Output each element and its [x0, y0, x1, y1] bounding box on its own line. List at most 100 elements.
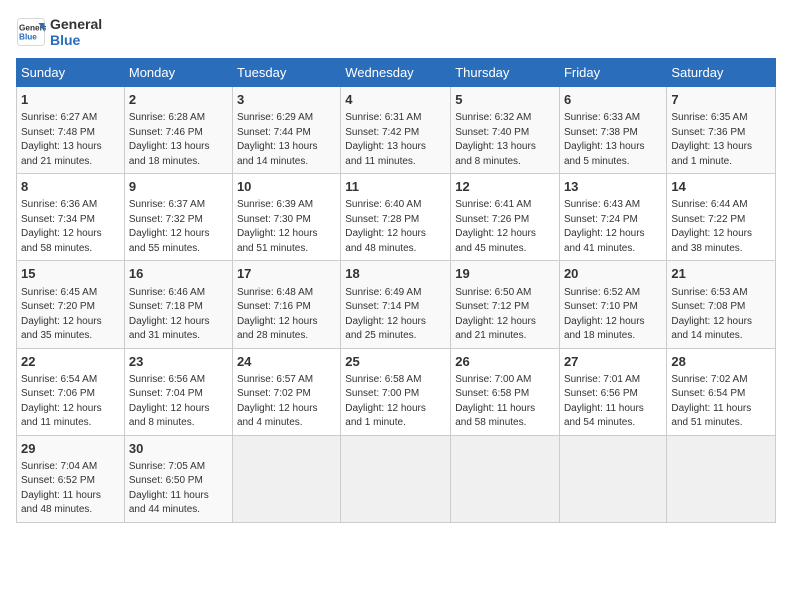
column-header-tuesday: Tuesday — [232, 59, 340, 87]
day-number: 4 — [345, 91, 446, 109]
day-number: 15 — [21, 265, 120, 283]
day-cell: 26Sunrise: 7:00 AM Sunset: 6:58 PM Dayli… — [451, 348, 560, 435]
day-info: Sunrise: 6:35 AM Sunset: 7:36 PM Dayligh… — [671, 111, 771, 169]
day-number: 10 — [237, 178, 336, 196]
day-cell: 15Sunrise: 6:45 AM Sunset: 7:20 PM Dayli… — [17, 261, 125, 348]
day-cell: 24 Sunrise: 6:57 AM Sunset: 7:02 PM Dayli… — [232, 348, 340, 435]
day-info: Sunrise: 6:48 AM Sunset: 7:16 PM Dayligh… — [237, 286, 336, 344]
day-info: Sunrise: 6:56 AM Sunset: 7:04 PM Dayligh… — [129, 373, 228, 431]
day-number: 9 — [129, 178, 228, 196]
column-header-friday: Friday — [559, 59, 666, 87]
header: General Blue General Blue — [16, 16, 776, 48]
day-cell — [559, 435, 666, 522]
day-cell: 13 Sunrise: 6:43 AM Sunset: 7:24 PM Dayli… — [559, 174, 666, 261]
day-number: 22 — [21, 353, 120, 371]
page: General Blue General Blue SundayMondayTu… — [0, 0, 792, 612]
day-info: Sunrise: 6:33 AM Sunset: 7:38 PM Dayligh… — [564, 111, 662, 169]
week-row-3: 15Sunrise: 6:45 AM Sunset: 7:20 PM Dayli… — [17, 261, 776, 348]
day-number: 26 — [455, 353, 555, 371]
day-info: Sunrise: 6:44 AM Sunset: 7:22 PM Dayligh… — [671, 198, 771, 256]
day-cell: 12 Sunrise: 6:41 AM Sunset: 7:26 PM Dayli… — [451, 174, 560, 261]
day-info: Sunrise: 6:37 AM Sunset: 7:32 PM Dayligh… — [129, 198, 228, 256]
day-info: Sunrise: 6:58 AM Sunset: 7:00 PM Dayligh… — [345, 373, 446, 431]
day-cell: 7 Sunrise: 6:35 AM Sunset: 7:36 PM Daylig… — [667, 87, 776, 174]
day-number: 29 — [21, 440, 120, 458]
column-header-saturday: Saturday — [667, 59, 776, 87]
day-number: 18 — [345, 265, 446, 283]
day-number: 6 — [564, 91, 662, 109]
day-number: 24 — [237, 353, 336, 371]
day-cell: 30 Sunrise: 7:05 AM Sunset: 6:50 PM Dayli… — [124, 435, 232, 522]
day-cell: 23 Sunrise: 6:56 AM Sunset: 7:04 PM Dayli… — [124, 348, 232, 435]
column-header-thursday: Thursday — [451, 59, 560, 87]
day-cell: 9 Sunrise: 6:37 AM Sunset: 7:32 PM Daylig… — [124, 174, 232, 261]
day-info: Sunrise: 7:02 AM Sunset: 6:54 PM Dayligh… — [671, 373, 771, 431]
day-cell: 19 Sunrise: 6:50 AM Sunset: 7:12 PM Dayli… — [451, 261, 560, 348]
day-info: Sunrise: 7:01 AM Sunset: 6:56 PM Dayligh… — [564, 373, 662, 431]
day-number: 16 — [129, 265, 228, 283]
logo-icon: General Blue — [16, 17, 46, 47]
day-info: Sunrise: 6:41 AM Sunset: 7:26 PM Dayligh… — [455, 198, 555, 256]
day-number: 19 — [455, 265, 555, 283]
column-header-sunday: Sunday — [17, 59, 125, 87]
day-info: Sunrise: 6:50 AM Sunset: 7:12 PM Dayligh… — [455, 286, 555, 344]
day-info: Sunrise: 6:53 AM Sunset: 7:08 PM Dayligh… — [671, 286, 771, 344]
day-cell: 29 Sunrise: 7:04 AM Sunset: 6:52 PM Dayli… — [17, 435, 125, 522]
day-cell: 2 Sunrise: 6:28 AM Sunset: 7:46 PM Daylig… — [124, 87, 232, 174]
day-cell — [341, 435, 451, 522]
day-number: 7 — [671, 91, 771, 109]
day-number: 2 — [129, 91, 228, 109]
day-info: Sunrise: 6:29 AM Sunset: 7:44 PM Dayligh… — [237, 111, 336, 169]
day-cell: 27 Sunrise: 7:01 AM Sunset: 6:56 PM Dayli… — [559, 348, 666, 435]
week-row-4: 22 Sunrise: 6:54 AM Sunset: 7:06 PM Dayli… — [17, 348, 776, 435]
day-info: Sunrise: 6:57 AM Sunset: 7:02 PM Dayligh… — [237, 373, 336, 431]
day-cell: 11Sunrise: 6:40 AM Sunset: 7:28 PM Dayli… — [341, 174, 451, 261]
day-number: 23 — [129, 353, 228, 371]
week-row-2: 8Sunrise: 6:36 AM Sunset: 7:34 PM Daylig… — [17, 174, 776, 261]
day-number: 20 — [564, 265, 662, 283]
column-header-wednesday: Wednesday — [341, 59, 451, 87]
day-cell: 21Sunrise: 6:53 AM Sunset: 7:08 PM Dayli… — [667, 261, 776, 348]
day-number: 25 — [345, 353, 446, 371]
column-header-monday: Monday — [124, 59, 232, 87]
day-number: 14 — [671, 178, 771, 196]
day-cell: 20Sunrise: 6:52 AM Sunset: 7:10 PM Dayli… — [559, 261, 666, 348]
day-cell: 17Sunrise: 6:48 AM Sunset: 7:16 PM Dayli… — [232, 261, 340, 348]
day-number: 12 — [455, 178, 555, 196]
day-cell: 16Sunrise: 6:46 AM Sunset: 7:18 PM Dayli… — [124, 261, 232, 348]
header-row: SundayMondayTuesdayWednesdayThursdayFrid… — [17, 59, 776, 87]
day-cell: 10Sunrise: 6:39 AM Sunset: 7:30 PM Dayli… — [232, 174, 340, 261]
day-cell: 28 Sunrise: 7:02 AM Sunset: 6:54 PM Dayli… — [667, 348, 776, 435]
day-info: Sunrise: 6:54 AM Sunset: 7:06 PM Dayligh… — [21, 373, 120, 431]
day-info: Sunrise: 6:49 AM Sunset: 7:14 PM Dayligh… — [345, 286, 446, 344]
day-number: 13 — [564, 178, 662, 196]
day-cell — [232, 435, 340, 522]
day-number: 28 — [671, 353, 771, 371]
day-cell — [451, 435, 560, 522]
day-info: Sunrise: 6:43 AM Sunset: 7:24 PM Dayligh… — [564, 198, 662, 256]
day-cell: 5 Sunrise: 6:32 AM Sunset: 7:40 PM Daylig… — [451, 87, 560, 174]
calendar-table: SundayMondayTuesdayWednesdayThursdayFrid… — [16, 58, 776, 523]
day-cell: 25 Sunrise: 6:58 AM Sunset: 7:00 PM Dayli… — [341, 348, 451, 435]
svg-text:Blue: Blue — [19, 33, 37, 42]
day-info: Sunrise: 6:40 AM Sunset: 7:28 PM Dayligh… — [345, 198, 446, 256]
day-info: Sunrise: 6:32 AM Sunset: 7:40 PM Dayligh… — [455, 111, 555, 169]
logo: General Blue General Blue — [16, 16, 102, 48]
week-row-1: 1Sunrise: 6:27 AM Sunset: 7:48 PM Daylig… — [17, 87, 776, 174]
logo-text: General Blue — [50, 16, 102, 48]
day-info: Sunrise: 7:05 AM Sunset: 6:50 PM Dayligh… — [129, 460, 228, 518]
day-info: Sunrise: 6:28 AM Sunset: 7:46 PM Dayligh… — [129, 111, 228, 169]
day-number: 5 — [455, 91, 555, 109]
day-cell: 14 Sunrise: 6:44 AM Sunset: 7:22 PM Dayli… — [667, 174, 776, 261]
day-info: Sunrise: 7:04 AM Sunset: 6:52 PM Dayligh… — [21, 460, 120, 518]
day-cell: 22 Sunrise: 6:54 AM Sunset: 7:06 PM Dayli… — [17, 348, 125, 435]
day-info: Sunrise: 6:36 AM Sunset: 7:34 PM Dayligh… — [21, 198, 120, 256]
day-info: Sunrise: 6:27 AM Sunset: 7:48 PM Dayligh… — [21, 111, 120, 169]
day-number: 3 — [237, 91, 336, 109]
day-cell: 18 Sunrise: 6:49 AM Sunset: 7:14 PM Dayli… — [341, 261, 451, 348]
day-cell: 4Sunrise: 6:31 AM Sunset: 7:42 PM Daylig… — [341, 87, 451, 174]
day-number: 27 — [564, 353, 662, 371]
day-cell: 1Sunrise: 6:27 AM Sunset: 7:48 PM Daylig… — [17, 87, 125, 174]
day-number: 30 — [129, 440, 228, 458]
day-cell: 3 Sunrise: 6:29 AM Sunset: 7:44 PM Daylig… — [232, 87, 340, 174]
